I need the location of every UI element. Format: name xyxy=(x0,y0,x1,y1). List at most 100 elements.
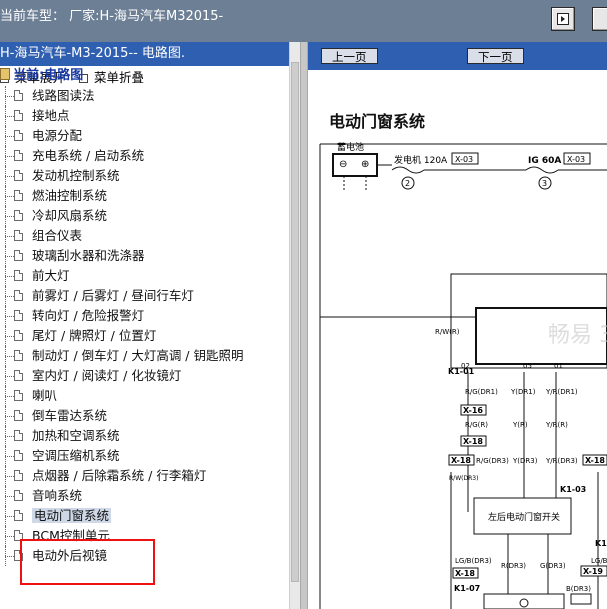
tree-item[interactable]: 电动外后视镜 xyxy=(0,546,289,566)
x03-label-2: X-03 xyxy=(567,155,585,164)
tree-item[interactable]: 空调压缩机系统 xyxy=(0,446,289,466)
document-icon xyxy=(14,350,23,361)
tree-item[interactable]: 喇叭 xyxy=(0,386,289,406)
tree-item[interactable]: 加热和空调系统 xyxy=(0,426,289,446)
window-switch-module xyxy=(450,273,607,369)
document-icon xyxy=(14,370,23,381)
k1-04-label: K1-04 xyxy=(595,539,607,548)
tree-item[interactable]: 制动灯 / 倒车灯 / 大灯高调 / 钥匙照明 xyxy=(0,346,289,366)
x16-label: X-16 xyxy=(463,406,483,415)
tree-item[interactable]: 转向灯 / 危险报警灯 xyxy=(0,306,289,326)
panel-splitter[interactable] xyxy=(300,42,308,609)
tree-item[interactable]: 室内灯 / 阅读灯 / 化妆镜灯 xyxy=(0,366,289,386)
document-icon xyxy=(14,250,23,261)
tree-item[interactable]: 组合仪表 xyxy=(0,226,289,246)
toggle-panel-button[interactable] xyxy=(551,7,575,31)
tree-branch xyxy=(5,276,14,277)
document-icon xyxy=(14,390,23,401)
document-icon xyxy=(14,130,23,141)
tree-item-label: 尾灯 / 牌照灯 / 位置灯 xyxy=(32,328,157,343)
document-icon xyxy=(14,550,23,561)
tree-item-label: 接地点 xyxy=(32,108,70,123)
tree-item[interactable]: 前雾灯 / 后雾灯 / 昼间行车灯 xyxy=(0,286,289,306)
wire-g-dr3: G(DR3) xyxy=(540,562,566,570)
battery-label: 蓄电池 xyxy=(337,141,364,153)
tree-item-label: 燃油控制系统 xyxy=(32,188,108,203)
tree-branch xyxy=(5,456,14,457)
scrollbar-thumb[interactable] xyxy=(291,62,299,582)
tree-branch xyxy=(5,136,14,137)
tree-branch xyxy=(5,176,14,177)
tree-item[interactable]: 倒车雷达系统 xyxy=(0,406,289,426)
tree-item[interactable]: 前大灯 xyxy=(0,266,289,286)
fuse2-number: 3 xyxy=(542,179,547,188)
tree-item[interactable]: 充电系统 / 启动系统 xyxy=(0,146,289,166)
fuse1-symbol xyxy=(391,166,425,174)
wire-yr-dr3: Y/R(DR3) xyxy=(545,457,578,465)
k1-03-label: K1-03 xyxy=(560,485,586,494)
tree-item[interactable]: 电源分配 xyxy=(0,126,289,146)
tree-branch xyxy=(5,96,14,97)
x18-label-3: X-18 xyxy=(585,456,605,465)
document-icon xyxy=(14,470,23,481)
folder-icon xyxy=(0,68,10,80)
document-icon xyxy=(14,510,23,521)
document-icon xyxy=(14,450,23,461)
tree-branch xyxy=(5,216,14,217)
window-button[interactable] xyxy=(592,7,607,31)
wire-yr-r: Y/R(R) xyxy=(545,421,568,429)
watermark: 畅易 38885 2Y20 xyxy=(548,323,607,348)
tree-item-label: 喇叭 xyxy=(32,388,58,403)
tree-branch xyxy=(5,476,14,477)
wire-r-dr3: R(DR3) xyxy=(501,562,526,570)
document-icon xyxy=(14,330,23,341)
tree-item-label: 转向灯 / 危险报警灯 xyxy=(32,308,145,323)
tree-branch xyxy=(5,556,14,557)
tree-branch xyxy=(5,416,14,417)
tree-branch xyxy=(5,116,14,117)
tree-item[interactable]: 发动机控制系统 xyxy=(0,166,289,186)
rear-left-switch-label: 左后电动门窗开关 xyxy=(488,511,560,523)
tree-item-label: 室内灯 / 阅读灯 / 化妆镜灯 xyxy=(32,368,182,383)
tree-item[interactable]: 燃油控制系统 xyxy=(0,186,289,206)
tree-item[interactable]: 玻璃刮水器和洗涤器 xyxy=(0,246,289,266)
document-icon xyxy=(14,490,23,501)
document-icon xyxy=(14,90,23,101)
fuse2-symbol xyxy=(525,166,559,174)
wire-yr-dr1: Y/R(DR1) xyxy=(545,388,578,396)
tree-root[interactable]: 当前:电路图 xyxy=(0,66,289,86)
tree-item[interactable]: 电动门窗系统 xyxy=(0,506,289,526)
tree-branch xyxy=(5,516,14,517)
x19-label: X-19 xyxy=(583,567,603,576)
tree-item[interactable]: 音响系统 xyxy=(0,486,289,506)
left-scrollbar[interactable] xyxy=(289,42,300,609)
tree-item-label: 倒车雷达系统 xyxy=(32,408,108,423)
tree-root-label: 当前:电路图 xyxy=(13,68,84,83)
tree-item-label: 前大灯 xyxy=(32,268,70,283)
tree-branch xyxy=(5,436,14,437)
tree-item-label: 电动门窗系统 xyxy=(32,508,112,523)
wire-y-dr3: Y(DR3) xyxy=(512,457,538,465)
tree-item[interactable]: 冷却风扇系统 xyxy=(0,206,289,226)
tree-branch xyxy=(5,256,14,257)
document-icon xyxy=(14,110,23,121)
wiring-diagram: 蓄电池 ⊖ ⊕ 发电机 120A X-03 2 IG 60A X-03 3 R/… xyxy=(319,141,607,609)
document-icon xyxy=(14,430,23,441)
tree-branch xyxy=(5,296,14,297)
tree-item[interactable]: 尾灯 / 牌照灯 / 位置灯 xyxy=(0,326,289,346)
tree-item-label: BCM控制单元 xyxy=(32,528,110,543)
pin-02: 02 xyxy=(461,362,470,370)
tree-item[interactable]: BCM控制单元 xyxy=(0,526,289,546)
wire-rw-dr3: R/W(DR3) xyxy=(449,475,478,482)
tree-item[interactable]: 接地点 xyxy=(0,106,289,126)
tree-branch xyxy=(5,336,14,337)
tree-item-label: 冷却风扇系统 xyxy=(32,208,108,223)
tree-branch xyxy=(5,196,14,197)
tree-item[interactable]: 线路图读法 xyxy=(0,86,289,106)
tree-item[interactable]: 点烟器 / 后除霜系统 / 行李箱灯 xyxy=(0,466,289,486)
document-icon xyxy=(14,270,23,281)
fuse1-label: 发电机 120A xyxy=(394,154,448,166)
battery-minus-icon: ⊖ xyxy=(339,159,347,170)
tree-item-label: 组合仪表 xyxy=(32,228,83,243)
x18-label-2: X-18 xyxy=(451,456,471,465)
